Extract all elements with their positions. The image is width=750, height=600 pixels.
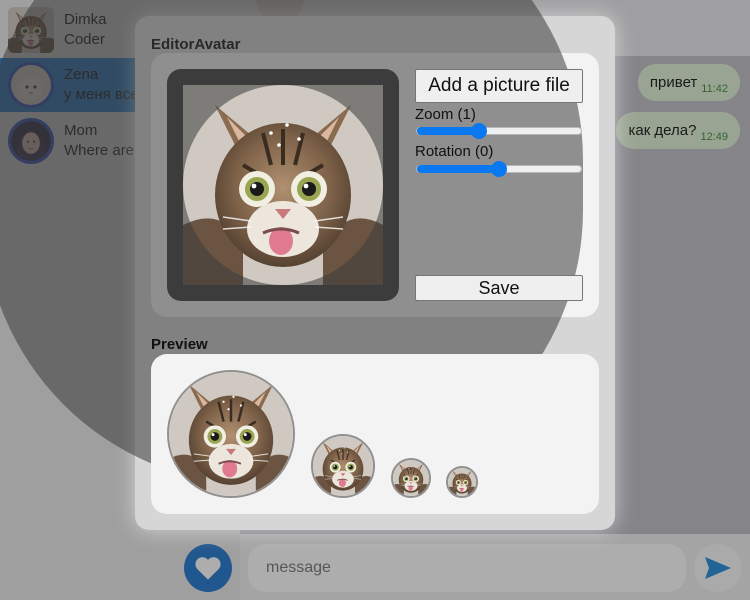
zoom-slider-fill	[417, 127, 480, 135]
rotation-slider-fill	[417, 165, 499, 173]
rotation-slider-thumb[interactable]	[491, 161, 507, 177]
zoom-label: Zoom (1)	[415, 106, 476, 123]
preview-avatar-small	[391, 458, 431, 498]
rotation-slider[interactable]	[416, 161, 582, 177]
avatar-image[interactable]	[183, 85, 383, 285]
preview-avatar-tiny	[446, 466, 478, 498]
rotation-label: Rotation (0)	[415, 143, 494, 160]
preview-avatar-medium	[311, 434, 375, 498]
save-button[interactable]: Save	[415, 275, 583, 301]
editor-title: EditorAvatar	[151, 36, 241, 53]
cat-photo-icon	[183, 85, 383, 285]
zoom-slider[interactable]	[416, 123, 582, 139]
preview-avatar-large	[167, 370, 295, 498]
add-picture-button[interactable]: Add a picture file	[415, 69, 583, 103]
preview-title: Preview	[151, 336, 208, 353]
avatar-editor-modal: EditorAvatar Add a picture file Zoom (1)…	[135, 16, 615, 530]
